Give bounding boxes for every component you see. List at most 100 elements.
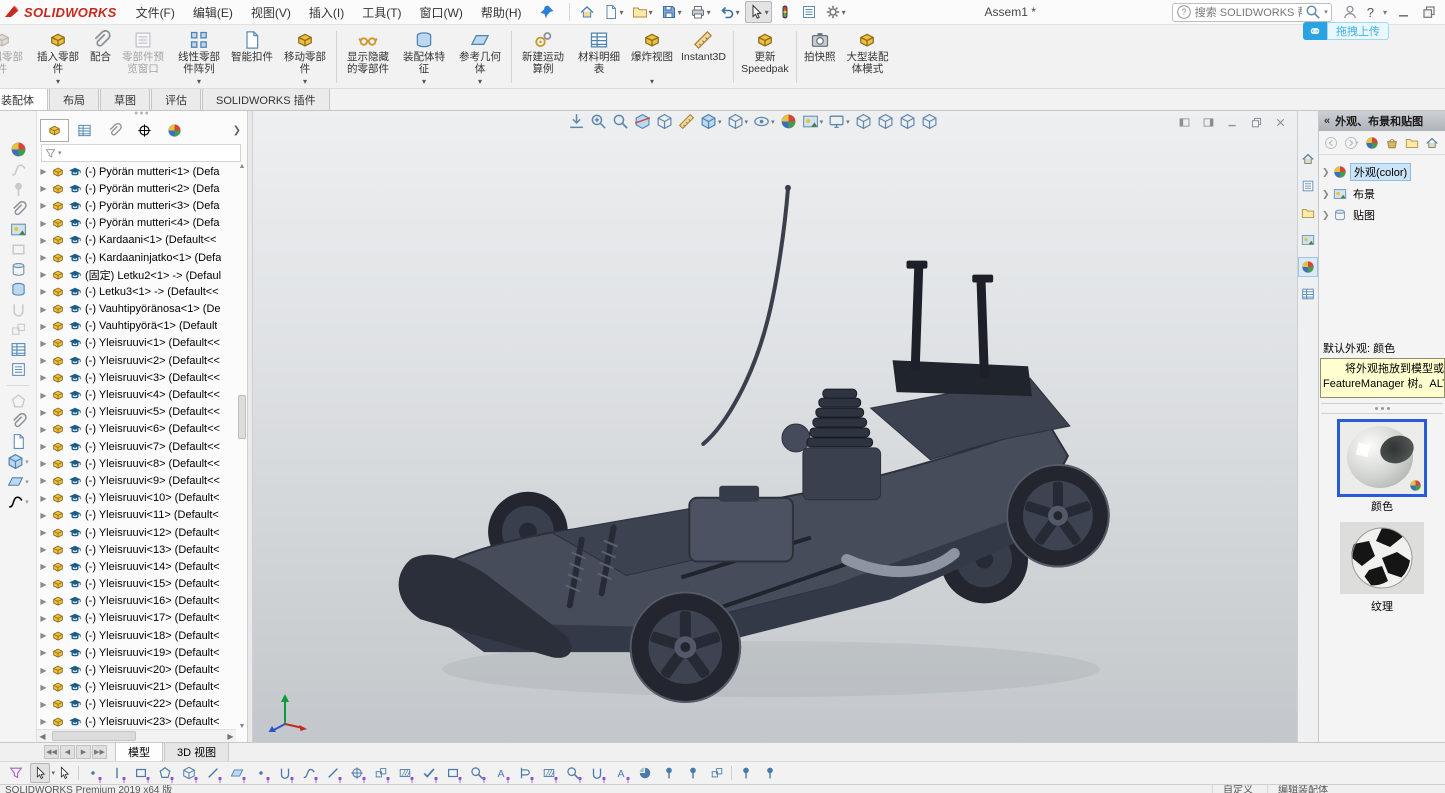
funnel-tool-button[interactable] [6, 763, 26, 783]
search-icon[interactable] [1305, 4, 1321, 20]
zoom-to-fit-button[interactable] [568, 113, 585, 130]
user-account-icon[interactable] [1342, 4, 1358, 20]
expand-arrow-icon[interactable]: ▶ [39, 614, 48, 623]
cm-button[interactable]: Instant3D [677, 26, 730, 88]
cube-tool-button[interactable] [179, 763, 199, 783]
measure-button[interactable] [678, 113, 695, 130]
minimize-button[interactable] [1396, 4, 1412, 20]
appearance-thumbnail-texture[interactable] [1340, 522, 1424, 594]
scroll-down-arrow[interactable]: ▼ [237, 723, 247, 730]
select-cursor-button[interactable]: ▾ [745, 1, 772, 23]
tree-row[interactable]: ▶ (-) Pyörän mutteri<1> (Defa [39, 163, 236, 180]
expand-arrow-icon[interactable]: ▶ [39, 356, 48, 365]
dropdown-caret[interactable]: ▾ [707, 8, 711, 17]
expand-arrow-icon[interactable]: ▶ [39, 253, 48, 262]
left-tool-button[interactable] [10, 261, 27, 278]
zoom-to-area-button[interactable] [590, 113, 607, 130]
section-view-button[interactable] [634, 113, 651, 130]
scroll-left-arrow[interactable]: ◀ [37, 732, 48, 741]
tree-row[interactable]: ▶ (-) Yleisruuvi<6> (Default<< [39, 421, 236, 438]
print-button[interactable]: ▾ [687, 1, 714, 23]
ribbon-tab-3[interactable]: 评估 [151, 89, 201, 110]
last-tab-button[interactable]: ▶▶ [92, 745, 107, 759]
cm-button[interactable]: 显示隐藏的零部件 [340, 26, 396, 88]
dropdown-caret[interactable]: ▾ [765, 8, 769, 17]
menu-item-3[interactable]: 插入(I) [300, 1, 353, 24]
basket-button[interactable] [1385, 136, 1399, 150]
expand-arrow-icon[interactable]: ❯ [1322, 167, 1330, 178]
hide-show-items-button[interactable]: ▾ [727, 113, 749, 130]
tree-row[interactable]: ▶ (-) Kardaaninjatko<1> (Defa [39, 249, 236, 266]
custom-properties-tab[interactable] [1298, 284, 1318, 304]
dropdown-caret[interactable]: ▾ [745, 118, 749, 126]
model-tab-1[interactable]: 3D 视图 [164, 742, 229, 763]
graphics-viewport[interactable]: ▾▾▾▾▾ [253, 111, 1297, 742]
home-button[interactable] [576, 1, 598, 23]
tree-row[interactable]: ▶ (-) Yleisruuvi<7> (Default<< [39, 438, 236, 455]
ribbon-tab-4[interactable]: SOLIDWORKS 插件 [202, 89, 330, 110]
scrollbar-thumb[interactable] [238, 395, 246, 439]
appearance-tree-row[interactable]: ❯ 外观(color) [1322, 163, 1442, 181]
scroll-up-arrow[interactable]: ▲ [237, 163, 247, 170]
close-button[interactable] [1274, 114, 1287, 132]
magnifying-glass-button[interactable] [612, 113, 629, 130]
menu-item-2[interactable]: 视图(V) [242, 1, 300, 24]
A-tool-button[interactable] [611, 763, 631, 783]
file-explorer-tab[interactable] [1298, 203, 1318, 223]
left-tool-button[interactable]: ▾ [7, 473, 29, 490]
expand-arrow-icon[interactable]: ❯ [1322, 210, 1330, 221]
tree-row[interactable]: ▶ (-) Yleisruuvi<20> (Default< [39, 661, 236, 678]
left-tool-button[interactable] [10, 181, 27, 198]
tree-row[interactable]: ▶ (-) Yleisruuvi<15> (Default< [39, 576, 236, 593]
tree-row[interactable]: ▶ (-) Yleisruuvi<2> (Default<< [39, 352, 236, 369]
expand-arrow-icon[interactable]: ▶ [39, 545, 48, 554]
menu-item-6[interactable]: 帮助(H) [472, 1, 531, 24]
cm-button[interactable]: 大型装配体模式 [839, 26, 895, 88]
dropdown-caret[interactable]: ▾ [478, 78, 482, 86]
cm-button[interactable]: 更新 Speedpak [737, 26, 793, 88]
dropdown-caret[interactable]: ▾ [820, 118, 824, 126]
expand-arrow-icon[interactable]: ▶ [39, 339, 48, 348]
tree-row[interactable]: ▶ (-) Vauhtipyöränosa<1> (De [39, 301, 236, 318]
rect-tool-button[interactable] [443, 763, 463, 783]
expand-arrow-icon[interactable]: ▶ [39, 700, 48, 709]
menu-item-5[interactable]: 窗口(W) [411, 1, 472, 24]
tree-vertical-scrollbar[interactable]: ▲ ▼ [237, 163, 247, 730]
expand-arrow-icon[interactable]: ❯ [1322, 189, 1330, 200]
apply-scene-button[interactable]: ▾ [802, 113, 824, 130]
tree-row[interactable]: ▶ (-) Yleisruuvi<23> (Default< [39, 713, 236, 730]
folder-button[interactable] [1405, 136, 1419, 150]
model-tab-0[interactable]: 模型 [115, 742, 163, 763]
ribbon-tab-0[interactable]: 装配体 [0, 89, 48, 111]
dropdown-caret[interactable]: ▾ [25, 458, 29, 466]
pin-tool-button[interactable] [659, 763, 679, 783]
hatch-tool-button[interactable] [395, 763, 415, 783]
tree-row[interactable]: ▶ (-) Yleisruuvi<8> (Default<< [39, 455, 236, 472]
first-tab-button[interactable]: ◀◀ [44, 745, 59, 759]
tree-row[interactable]: ▶ (-) Pyörän mutteri<3> (Defa [39, 197, 236, 214]
appearance-tree-row[interactable]: ❯ 贴图 [1322, 207, 1442, 223]
pin-tool-button[interactable] [760, 763, 780, 783]
view-orientation-cube-button[interactable] [656, 113, 673, 130]
cm-button[interactable]: 爆炸视图 ▾ [627, 26, 677, 88]
tree-row[interactable]: ▶ (-) Yleisruuvi<18> (Default< [39, 627, 236, 644]
boxes-tool-button[interactable] [371, 763, 391, 783]
cm-button[interactable]: 智能扣件 [227, 26, 277, 88]
tree-row[interactable]: ▶ (-) Yleisruuvi<22> (Default< [39, 696, 236, 713]
left-tool-button[interactable]: ▾ [7, 493, 29, 510]
edit-appearance-button[interactable] [780, 113, 797, 130]
expand-arrow-icon[interactable]: ▶ [39, 511, 48, 520]
appearance-thumbnail-color[interactable] [1340, 422, 1424, 494]
dropdown-caret[interactable]: ▾ [736, 8, 740, 17]
expand-arrow-icon[interactable]: ▶ [39, 442, 48, 451]
dropdown-caret[interactable]: ▾ [25, 478, 29, 486]
left-tool-button[interactable] [10, 433, 27, 450]
forward-button[interactable]: ▾ [1344, 136, 1359, 150]
tree-row[interactable]: ▶ (-) Yleisruuvi<19> (Default< [39, 644, 236, 661]
expand-arrow-icon[interactable]: ▶ [39, 373, 48, 382]
view-settings-eye-button[interactable]: ▾ [753, 113, 775, 130]
cm-button[interactable]: 移动零部件 ▾ [277, 26, 333, 88]
left-tool-button[interactable] [10, 281, 27, 298]
viewport-four-button[interactable] [921, 113, 938, 130]
appearance-tree-row[interactable]: ❯ 布景 [1322, 186, 1442, 202]
